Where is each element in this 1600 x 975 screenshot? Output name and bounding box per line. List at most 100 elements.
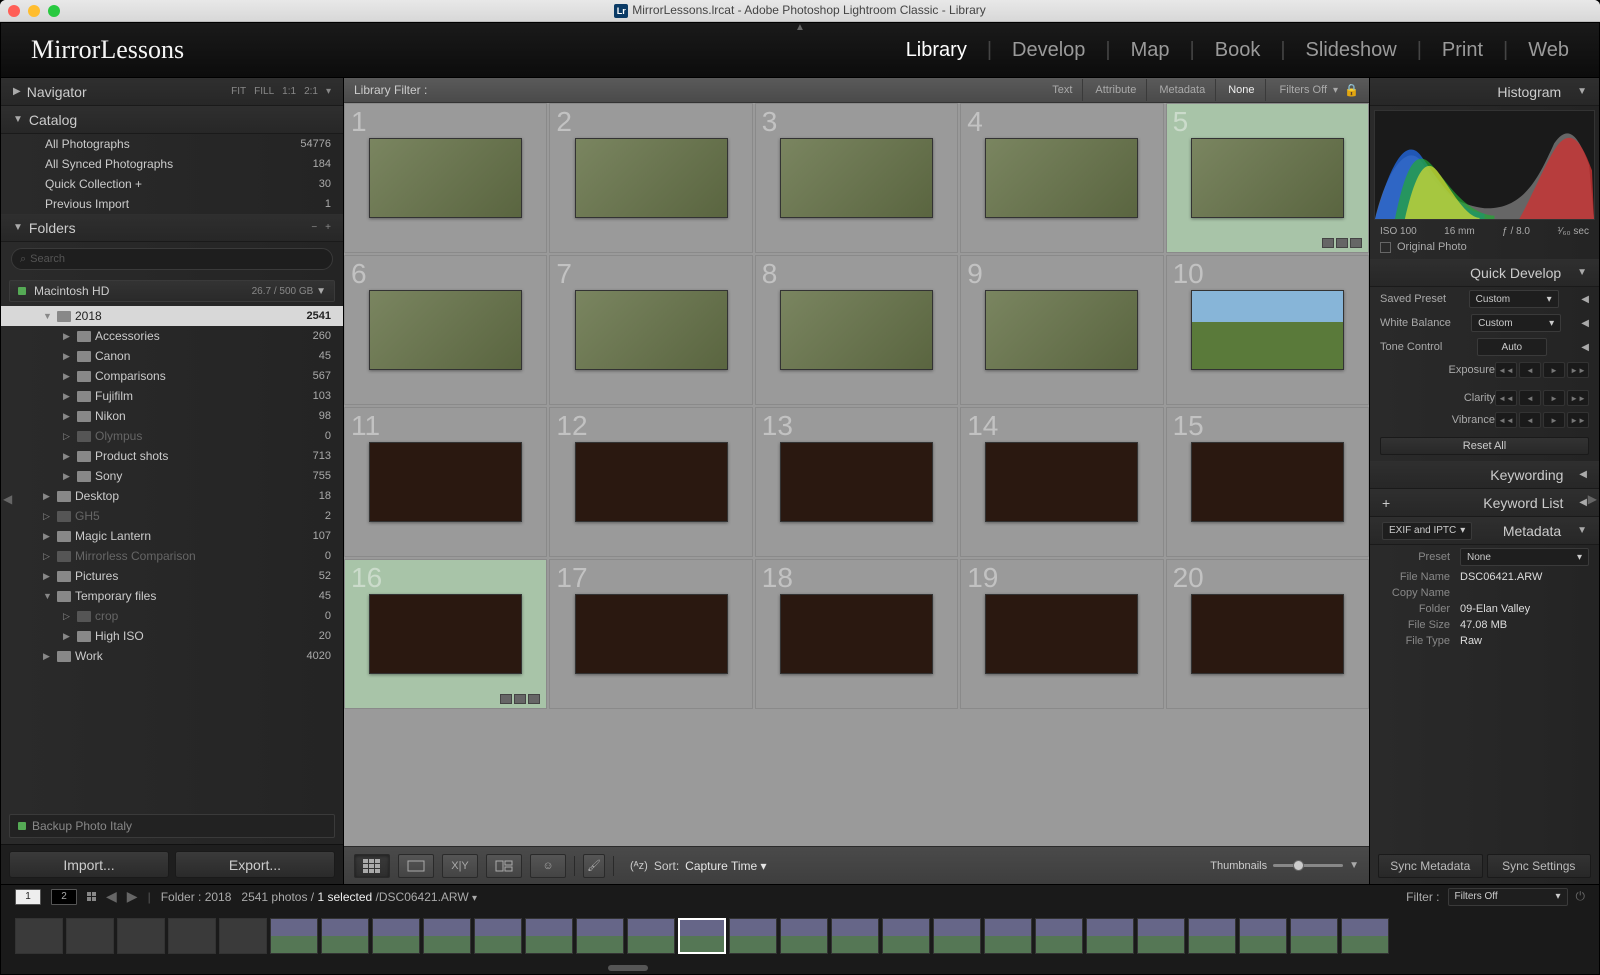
nav-mode-11[interactable]: 1:1: [282, 86, 296, 97]
catalog-panel-header[interactable]: ▼Catalog: [1, 106, 343, 134]
metadata-preset-filter-dropdown[interactable]: EXIF and IPTC▾: [1382, 522, 1472, 540]
catalog-item[interactable]: Previous Import1: [1, 194, 343, 214]
nav-zoom-dropdown[interactable]: ▾: [326, 86, 331, 97]
filmstrip-filter-dropdown[interactable]: Filters Off▾: [1448, 888, 1568, 906]
grid-cell[interactable]: 16: [344, 559, 547, 709]
module-book[interactable]: Book: [1215, 39, 1261, 62]
grid-cell[interactable]: 13: [755, 407, 958, 557]
compare-view-button[interactable]: X|Y: [442, 854, 478, 878]
folder-row[interactable]: ▷Mirrorless Comparison0: [1, 546, 343, 566]
remove-folder-icon[interactable]: −: [311, 222, 317, 233]
catalog-item[interactable]: All Photographs54776: [1, 134, 343, 154]
grid-cell[interactable]: 5: [1166, 103, 1369, 253]
collapse-top-arrow-icon[interactable]: ▲: [795, 22, 805, 33]
grid-cell[interactable]: 17: [549, 559, 752, 709]
nav-mode-fit[interactable]: FIT: [231, 86, 246, 97]
filmstrip-thumb[interactable]: [474, 918, 522, 954]
filmstrip-thumb[interactable]: [525, 918, 573, 954]
folder-row[interactable]: ▶Magic Lantern107: [1, 526, 343, 546]
folder-row[interactable]: ▶Comparisons567: [1, 366, 343, 386]
thumbnail-size-slider[interactable]: [1273, 864, 1343, 867]
toolbar-options-dropdown[interactable]: ▼: [1349, 860, 1359, 871]
filmstrip-thumb[interactable]: [15, 918, 63, 954]
filmstrip-thumb[interactable]: [321, 918, 369, 954]
filmstrip[interactable]: [1, 908, 1599, 964]
grid-cell[interactable]: 8: [755, 255, 958, 405]
folder-row[interactable]: ▶Sony755: [1, 466, 343, 486]
filmstrip-thumb[interactable]: [984, 918, 1032, 954]
survey-view-button[interactable]: [486, 854, 522, 878]
histogram-panel-header[interactable]: Histogram ▼: [1370, 78, 1599, 106]
folder-row[interactable]: ▷crop0: [1, 606, 343, 626]
section-collapse-icon[interactable]: ◀: [1581, 294, 1589, 305]
volume-row[interactable]: Macintosh HD 26.7 / 500 GB ▼: [9, 280, 335, 302]
grid-cell[interactable]: 6: [344, 255, 547, 405]
navigator-panel-header[interactable]: ▶Navigator FITFILL1:12:1▾: [1, 78, 343, 106]
section-collapse-icon[interactable]: ◀: [1581, 318, 1589, 329]
grid-cell[interactable]: 20: [1166, 559, 1369, 709]
catalog-item[interactable]: All Synced Photographs184: [1, 154, 343, 174]
filter-tab-none[interactable]: None: [1218, 79, 1265, 101]
sort-direction-button[interactable]: (ᴬz): [630, 860, 648, 872]
module-slideshow[interactable]: Slideshow: [1306, 39, 1397, 62]
folder-row[interactable]: ▷GH52: [1, 506, 343, 526]
grid-cell[interactable]: 18: [755, 559, 958, 709]
grid-cell[interactable]: 3: [755, 103, 958, 253]
folder-row[interactable]: ▶High ISO20: [1, 626, 343, 646]
grid-cell[interactable]: 7: [549, 255, 752, 405]
filter-tab-metadata[interactable]: Metadata: [1149, 79, 1216, 101]
grid-cell[interactable]: 9: [960, 255, 1163, 405]
module-print[interactable]: Print: [1442, 39, 1483, 62]
disclosure-triangle-icon[interactable]: ▼: [13, 114, 23, 125]
sort-dropdown[interactable]: Capture Time ▾: [685, 859, 766, 873]
filmstrip-thumb[interactable]: [678, 918, 726, 954]
checkbox-icon[interactable]: [1380, 242, 1391, 253]
filmstrip-thumb[interactable]: [372, 918, 420, 954]
grid-cell[interactable]: 11: [344, 407, 547, 557]
grid-cell[interactable]: 4: [960, 103, 1163, 253]
folder-row[interactable]: ▶Canon45: [1, 346, 343, 366]
sync-settings-button[interactable]: Sync Settings: [1487, 854, 1592, 878]
filmstrip-thumb[interactable]: [423, 918, 471, 954]
vibrance-adjust-buttons[interactable]: ◄◄◄►►►: [1495, 412, 1589, 428]
filmstrip-filter-switch-icon[interactable]: ⏻: [1576, 889, 1586, 904]
clarity-adjust-buttons[interactable]: ◄◄◄►►►: [1495, 390, 1589, 406]
folder-row[interactable]: ▶Product shots713: [1, 446, 343, 466]
grid-cell[interactable]: 10: [1166, 255, 1369, 405]
folders-panel-header[interactable]: ▼Folders −+: [1, 214, 343, 242]
add-keyword-icon[interactable]: +: [1382, 495, 1390, 511]
filmstrip-thumb[interactable]: [780, 918, 828, 954]
module-develop[interactable]: Develop: [1012, 39, 1085, 62]
filmstrip-thumb[interactable]: [576, 918, 624, 954]
painter-tool-button[interactable]: 🖌: [583, 854, 605, 878]
import-button[interactable]: Import...: [9, 851, 169, 878]
folder-row[interactable]: ▶Pictures52: [1, 566, 343, 586]
keyword-list-panel-header[interactable]: + Keyword List ◀: [1370, 489, 1599, 517]
filmstrip-thumb[interactable]: [168, 918, 216, 954]
filmstrip-thumb[interactable]: [627, 918, 675, 954]
filmstrip-thumb[interactable]: [219, 918, 267, 954]
filmstrip-scrollbar[interactable]: [1, 964, 1599, 974]
filmstrip-thumb[interactable]: [1137, 918, 1185, 954]
folder-row[interactable]: ▶Desktop18: [1, 486, 343, 506]
thumbnail-grid[interactable]: 1234567891011121314151617181920: [344, 103, 1369, 846]
nav-mode-21[interactable]: 2:1: [304, 86, 318, 97]
filmstrip-thumb[interactable]: [933, 918, 981, 954]
filmstrip-thumb[interactable]: [1035, 918, 1083, 954]
add-folder-icon[interactable]: +: [325, 222, 331, 233]
exposure-adjust-buttons[interactable]: ◄◄◄►►►: [1495, 362, 1589, 378]
white-balance-dropdown[interactable]: Custom▾: [1471, 314, 1561, 332]
filters-off-dropdown[interactable]: Filters Off: [1280, 84, 1327, 96]
grid-cell[interactable]: 1: [344, 103, 547, 253]
status-folder[interactable]: Folder : 2018: [161, 890, 232, 904]
secondary-monitor-button[interactable]: 2: [51, 889, 77, 905]
filmstrip-thumb[interactable]: [729, 918, 777, 954]
filter-tab-text[interactable]: Text: [1042, 79, 1083, 101]
primary-monitor-button[interactable]: 1: [15, 889, 41, 905]
disclosure-triangle-icon[interactable]: ▶: [13, 86, 21, 97]
filmstrip-thumb[interactable]: [882, 918, 930, 954]
grid-view-button[interactable]: [354, 854, 390, 878]
export-button[interactable]: Export...: [175, 851, 335, 878]
folder-row[interactable]: ▶Work4020: [1, 646, 343, 666]
filmstrip-thumb[interactable]: [117, 918, 165, 954]
